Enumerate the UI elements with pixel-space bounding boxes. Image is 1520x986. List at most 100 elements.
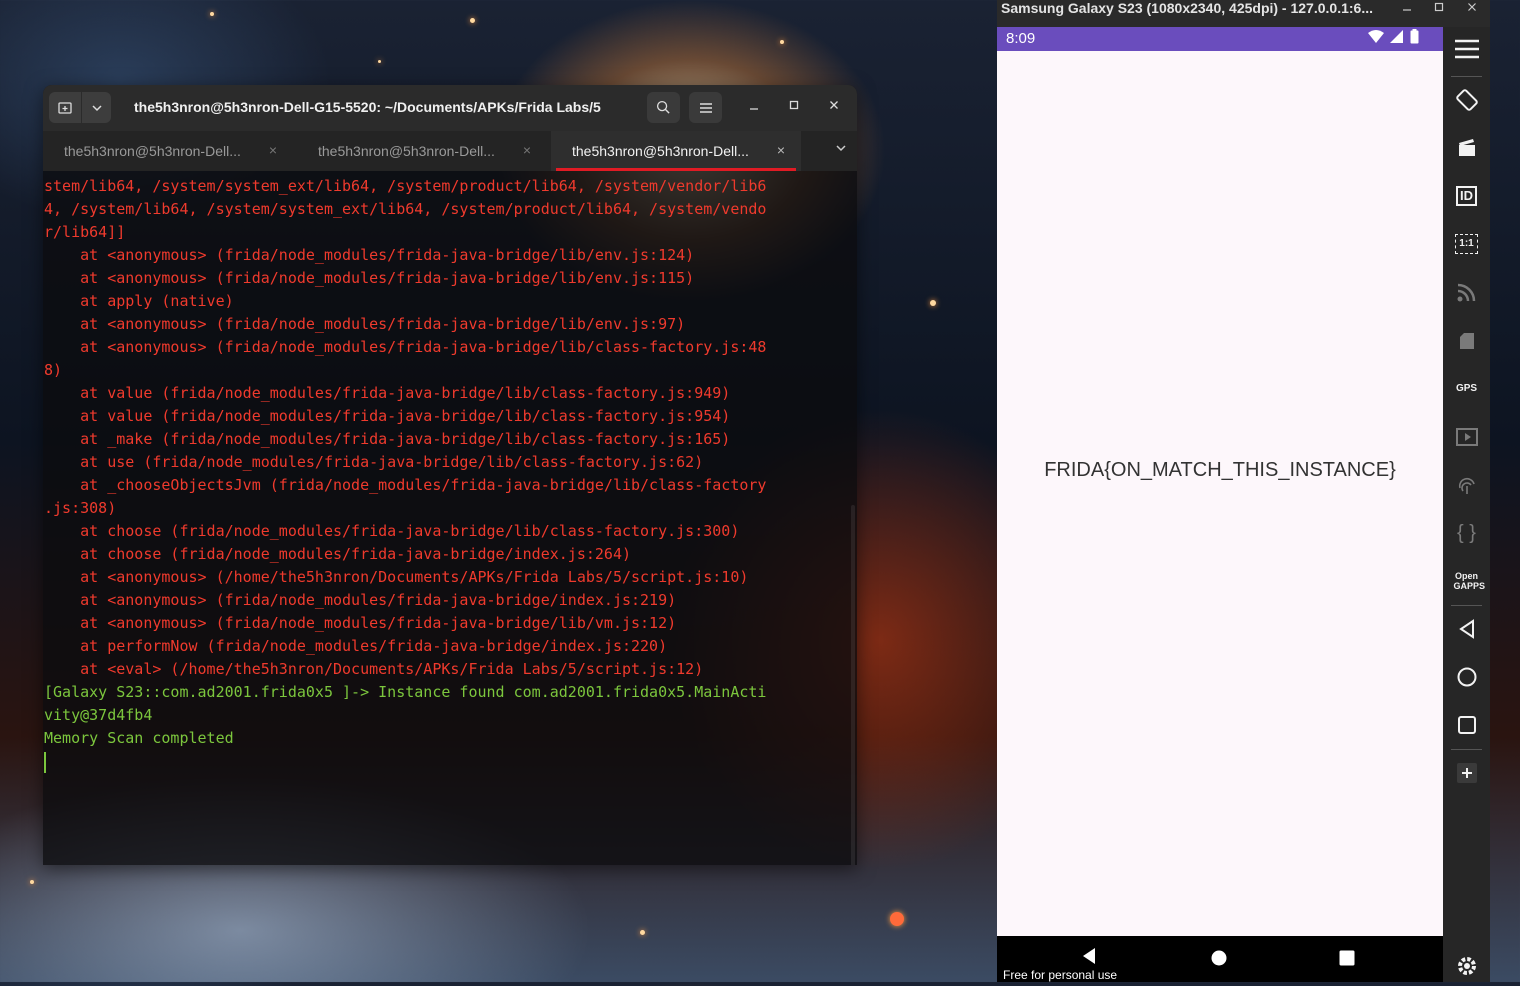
cast-icon (1457, 283, 1475, 302)
terminal-cursor (44, 752, 46, 773)
overview-button[interactable] (1443, 705, 1490, 745)
settings-button[interactable] (1443, 946, 1490, 986)
maximize-button[interactable] (783, 99, 805, 117)
fingerprint-icon (1458, 477, 1475, 494)
new-tab-dropdown[interactable] (82, 92, 111, 123)
open-gapps-icon: Open GAPPS (1453, 571, 1486, 591)
emulator-titlebar: Samsung Galaxy S23 (1080x2340, 425dpi) -… (997, 0, 1490, 27)
new-tab-button[interactable] (49, 92, 81, 123)
terminal-line: at value (frida/node_modules/frida-java-… (44, 384, 731, 402)
terminal-line: at <eval> (/home/the5h3nron/Documents/AP… (44, 660, 704, 678)
toolbar-divider (1451, 749, 1482, 750)
terminal-line: stem/lib64, /system/system_ext/lib64, /s… (44, 177, 767, 195)
screen-record-icon (1455, 428, 1478, 446)
tab-label: the5h3nron@5h3nron-Dell... (64, 143, 241, 159)
tab-2[interactable]: the5h3nron@5h3nron-Dell... × (297, 131, 547, 171)
maximize-icon (1434, 2, 1444, 12)
home-circle-icon (1211, 950, 1227, 966)
menu-icon (699, 102, 712, 113)
sd-card-button[interactable] (1443, 321, 1490, 361)
terminal-line: at <anonymous> (frida/node_modules/frida… (44, 338, 767, 356)
terminal-line: at <anonymous> (/home/the5h3nron/Documen… (44, 568, 749, 586)
resize-1-1-icon: 1:1 (1455, 234, 1478, 254)
screenshot-icon (1458, 139, 1475, 156)
recents-square-icon (1339, 950, 1355, 966)
status-clock: 8:09 (1006, 30, 1036, 47)
fingerprint-button[interactable] (1443, 465, 1490, 505)
flag-text: FRIDA{ON_MATCH_THIS_INSTANCE} (1044, 459, 1396, 481)
terminal-line: at performNow (frida/node_modules/frida-… (44, 637, 668, 655)
status-icons (1368, 29, 1419, 47)
emulator-toolbar: ID 1:1 GPS { } Open GAPPS (1443, 27, 1490, 982)
home-button[interactable] (1443, 657, 1490, 697)
terminal-line: Memory Scan completed (44, 729, 234, 747)
search-icon (656, 100, 670, 114)
terminal-line: at apply (native) (44, 292, 234, 310)
nav-home-button[interactable] (1211, 949, 1227, 972)
tab-overflow-button[interactable] (835, 141, 847, 157)
tab-label: the5h3nron@5h3nron-Dell... (318, 143, 495, 159)
maximize-icon (789, 100, 799, 110)
active-tab-indicator (556, 168, 796, 171)
close-button[interactable] (823, 99, 845, 117)
terminal-line: at <anonymous> (frida/node_modules/frida… (44, 591, 677, 609)
search-button[interactable] (647, 92, 680, 123)
android-nav-bar: Free for personal use (997, 936, 1443, 982)
new-tab-icon (58, 101, 72, 114)
tab-close-icon[interactable]: × (777, 142, 785, 158)
terminal-line: at use (frida/node_modules/frida-java-br… (44, 453, 704, 471)
add-icon (1456, 763, 1477, 783)
hamburger-menu-button[interactable] (689, 92, 722, 123)
device-id-button[interactable]: ID (1443, 176, 1490, 216)
app-content: FRIDA{ON_MATCH_THIS_INSTANCE} (997, 51, 1443, 936)
battery-icon (1410, 29, 1419, 44)
menu-button[interactable] (1443, 29, 1490, 69)
emulator-close-button[interactable] (1467, 2, 1477, 17)
menu-icon (1454, 39, 1479, 59)
api-button[interactable]: { } (1443, 513, 1490, 553)
terminal-line: r/lib64]] (44, 223, 126, 241)
minimize-icon (1403, 9, 1411, 11)
screenshot-button[interactable] (1443, 128, 1490, 168)
tab-close-icon[interactable]: × (269, 142, 277, 158)
tab-3-active[interactable]: the5h3nron@5h3nron-Dell... × (551, 131, 801, 171)
overview-icon (1457, 716, 1476, 734)
resize-button[interactable]: 1:1 (1443, 224, 1490, 264)
sd-card-icon (1459, 333, 1474, 349)
add-button[interactable] (1443, 753, 1490, 793)
rotate-button[interactable] (1443, 80, 1490, 120)
nav-recents-button[interactable] (1339, 949, 1355, 972)
android-status-bar: 8:09 (997, 27, 1443, 51)
signal-icon (1390, 30, 1404, 43)
minimize-icon (750, 108, 758, 110)
rotate-icon (1455, 89, 1478, 111)
tab-close-icon[interactable]: × (523, 142, 531, 158)
screen-record-button[interactable] (1443, 417, 1490, 457)
home-icon (1457, 667, 1476, 687)
api-icon: { } (1457, 521, 1476, 544)
terminal-output[interactable]: stem/lib64, /system/system_ext/lib64, /s… (43, 171, 857, 773)
back-icon (1458, 619, 1474, 639)
close-icon (1468, 3, 1476, 11)
terminal-line: at value (frida/node_modules/frida-java-… (44, 407, 731, 425)
back-triangle-icon (1083, 948, 1095, 964)
toolbar-divider (1451, 605, 1482, 606)
terminal-line: at <anonymous> (frida/node_modules/frida… (44, 614, 677, 632)
back-button[interactable] (1443, 609, 1490, 649)
close-icon (830, 101, 838, 109)
minimize-button[interactable] (743, 99, 765, 117)
terminal-line: [Galaxy S23::com.ad2001.frida0x5 ]-> Ins… (44, 683, 767, 701)
cast-button[interactable] (1443, 272, 1490, 312)
device-screen[interactable]: 8:09 FRIDA{ON_MATCH_THIS_INSTANCE} Free … (997, 27, 1443, 982)
terminal-line: at choose (frida/node_modules/frida-java… (44, 545, 631, 563)
chevron-down-icon (91, 104, 102, 111)
toolbar-divider (1451, 76, 1482, 77)
open-gapps-button[interactable]: Open GAPPS (1443, 561, 1490, 601)
tab-1[interactable]: the5h3nron@5h3nron-Dell... × (43, 131, 293, 171)
terminal-line: .js:308) (44, 499, 117, 517)
terminal-scrollbar[interactable] (851, 505, 855, 865)
emulator-minimize-button[interactable] (1402, 2, 1412, 17)
terminal-headerbar: the5h3nron@5h3nron-Dell-G15-5520: ~/Docu… (43, 85, 857, 131)
emulator-maximize-button[interactable] (1434, 2, 1444, 17)
gps-button[interactable]: GPS (1443, 369, 1490, 409)
